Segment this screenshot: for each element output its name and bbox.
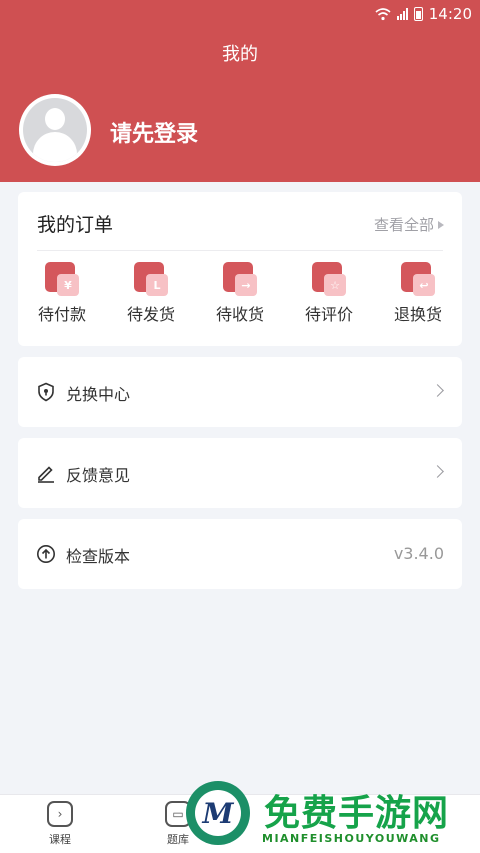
status-bar: 14:20 xyxy=(0,0,480,30)
view-all-orders-link[interactable]: 查看全部 xyxy=(374,214,444,235)
check-version-row[interactable]: 检查版本 v3.4.0 xyxy=(18,519,462,589)
signal-icon xyxy=(396,8,408,20)
tab-label: 课程 xyxy=(49,833,71,846)
page-title: 我的 xyxy=(222,44,258,65)
order-label: 待发货 xyxy=(126,305,175,324)
watermark-logo: M xyxy=(186,781,250,845)
exchange-center-row[interactable]: 兑换中心 xyxy=(18,357,462,427)
shield-icon xyxy=(38,382,54,402)
watermark-logo-letter: M xyxy=(195,790,241,836)
wifi-icon xyxy=(375,7,391,20)
tab-courses[interactable]: › 课程 xyxy=(30,801,90,847)
chevron-right-icon xyxy=(431,465,444,478)
chevron-right-icon xyxy=(431,384,444,397)
watermark-subtext: MIANFEISHOUYOUWANG xyxy=(262,832,441,845)
order-returns[interactable]: ↩ 退换货 xyxy=(383,262,453,325)
triangle-right-icon xyxy=(438,220,444,229)
feedback-label: 反馈意见 xyxy=(66,466,131,485)
profile-header: 14:20 我的 请先登录 xyxy=(0,0,480,182)
order-label: 待收货 xyxy=(215,305,264,324)
order-pending-shipment[interactable]: L 待发货 xyxy=(116,262,186,325)
pencil-icon xyxy=(38,466,54,483)
status-icons: 14:20 xyxy=(375,5,472,23)
order-label: 待评价 xyxy=(304,305,353,324)
login-prompt[interactable]: 请先登录 xyxy=(110,116,198,148)
order-pending-payment[interactable]: ¥ 待付款 xyxy=(27,262,97,325)
clock-icon: L xyxy=(134,262,168,296)
divider xyxy=(37,250,443,251)
orders-title: 我的订单 xyxy=(37,214,114,236)
order-pending-receipt[interactable]: → 待收货 xyxy=(205,262,275,325)
avatar[interactable] xyxy=(19,94,91,166)
battery-icon xyxy=(413,7,423,21)
arrow-right-icon: → xyxy=(223,262,257,296)
check-version-label: 检查版本 xyxy=(66,547,131,566)
yen-icon: ¥ xyxy=(45,262,79,296)
order-label: 待付款 xyxy=(37,305,86,324)
watermark-text: 免费手游网 xyxy=(264,793,450,834)
exchange-center-label: 兑换中心 xyxy=(66,385,131,404)
star-icon: ☆ xyxy=(312,262,346,296)
view-all-label: 查看全部 xyxy=(373,216,434,234)
order-pending-review[interactable]: ☆ 待评价 xyxy=(294,262,364,325)
play-icon: › xyxy=(47,801,73,827)
orders-card: 我的订单 查看全部 ¥ 待付款 L 待发货 → 待收货 ☆ 待评价 ↩ 退换货 xyxy=(18,192,462,346)
version-value: v3.4.0 xyxy=(393,544,444,563)
return-icon: ↩ xyxy=(401,262,435,296)
avatar-placeholder-icon xyxy=(23,98,87,162)
order-label: 退换货 xyxy=(393,305,442,324)
upload-circle-icon xyxy=(37,545,55,563)
status-time: 14:20 xyxy=(428,5,472,23)
feedback-row[interactable]: 反馈意见 xyxy=(18,438,462,508)
